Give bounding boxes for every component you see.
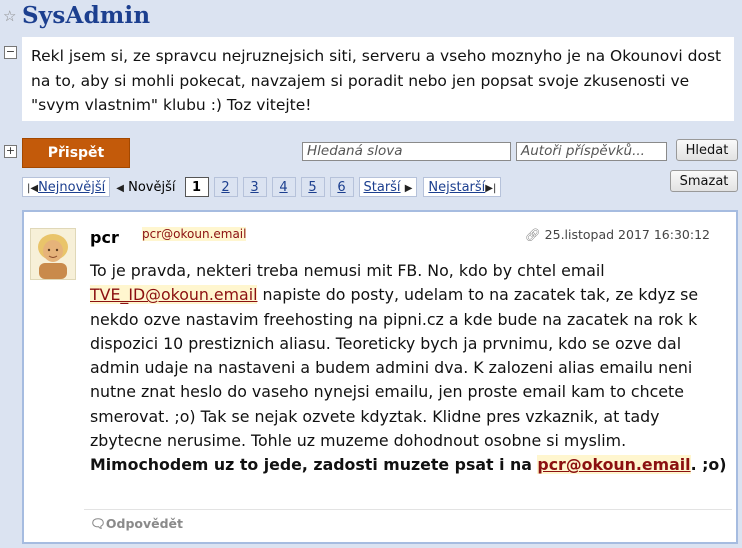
post-date[interactable]: 🔗︎ 25.listopad 2017 16:30:12 bbox=[525, 227, 710, 243]
post-bold-note: Mimochodem uz to jede, zadosti muzete ps… bbox=[90, 455, 727, 475]
pager-page-1[interactable]: 1 bbox=[184, 177, 209, 197]
author-email-link[interactable]: pcr@okoun.email bbox=[142, 227, 247, 241]
last-page-icon: ▶| bbox=[485, 183, 497, 194]
club-description: Rekl jsem si, ze spravcu nejruznejsich s… bbox=[22, 37, 734, 121]
speech-bubble-icon: 🗨︎ bbox=[90, 516, 106, 531]
star-icon[interactable]: ☆ bbox=[3, 7, 16, 25]
contact-email-link[interactable]: pcr@okoun.email bbox=[537, 455, 691, 475]
post-body: To je pravda, nekteri treba nemusi mit F… bbox=[90, 261, 727, 475]
divider bbox=[84, 509, 732, 510]
authors-input[interactable]: Autoři příspěvků... bbox=[516, 142, 667, 161]
plus-icon: + bbox=[5, 144, 16, 157]
pager-page-6[interactable]: 6 bbox=[329, 177, 354, 197]
search-input[interactable]: Hledaná slova bbox=[302, 142, 511, 161]
pager-newer[interactable]: ◀ Novější bbox=[116, 180, 175, 195]
post: pcr pcr@okoun.email 🔗︎ 25.listopad 2017 … bbox=[22, 210, 738, 544]
pager-oldest[interactable]: Nejstarší▶| bbox=[423, 177, 502, 197]
collapse-description-button[interactable]: − bbox=[4, 46, 17, 59]
delete-button[interactable]: Smazat bbox=[670, 170, 738, 192]
minus-icon: − bbox=[5, 45, 16, 58]
pager-older[interactable]: Starší ▶ bbox=[358, 177, 418, 197]
link-icon: 🔗︎ bbox=[524, 227, 541, 242]
pager-page-3[interactable]: 3 bbox=[242, 177, 267, 197]
alias-email-link[interactable]: TVE_ID@okoun.email bbox=[90, 285, 258, 305]
reply-button[interactable]: 🗨︎Odpovědět bbox=[90, 516, 183, 532]
post-author[interactable]: pcr bbox=[90, 228, 119, 247]
pager-page-2[interactable]: 2 bbox=[213, 177, 238, 197]
expand-toolbar-button[interactable]: + bbox=[4, 145, 17, 158]
search-button[interactable]: Hledat bbox=[676, 139, 738, 161]
contribute-button[interactable]: Přispět bbox=[22, 138, 130, 168]
next-page-icon: ▶ bbox=[404, 183, 413, 194]
page-title[interactable]: SysAdmin bbox=[22, 2, 150, 29]
pager-newest[interactable]: |◀Nejnovější bbox=[22, 177, 111, 197]
first-page-icon: |◀ bbox=[27, 183, 39, 194]
avatar bbox=[30, 228, 76, 280]
pager-page-5[interactable]: 5 bbox=[300, 177, 325, 197]
pagination: |◀Nejnovější ◀ Novější 1 2 3 4 5 6 Starš… bbox=[22, 176, 502, 198]
pager-page-4[interactable]: 4 bbox=[271, 177, 296, 197]
prev-page-icon: ◀ bbox=[116, 182, 124, 194]
